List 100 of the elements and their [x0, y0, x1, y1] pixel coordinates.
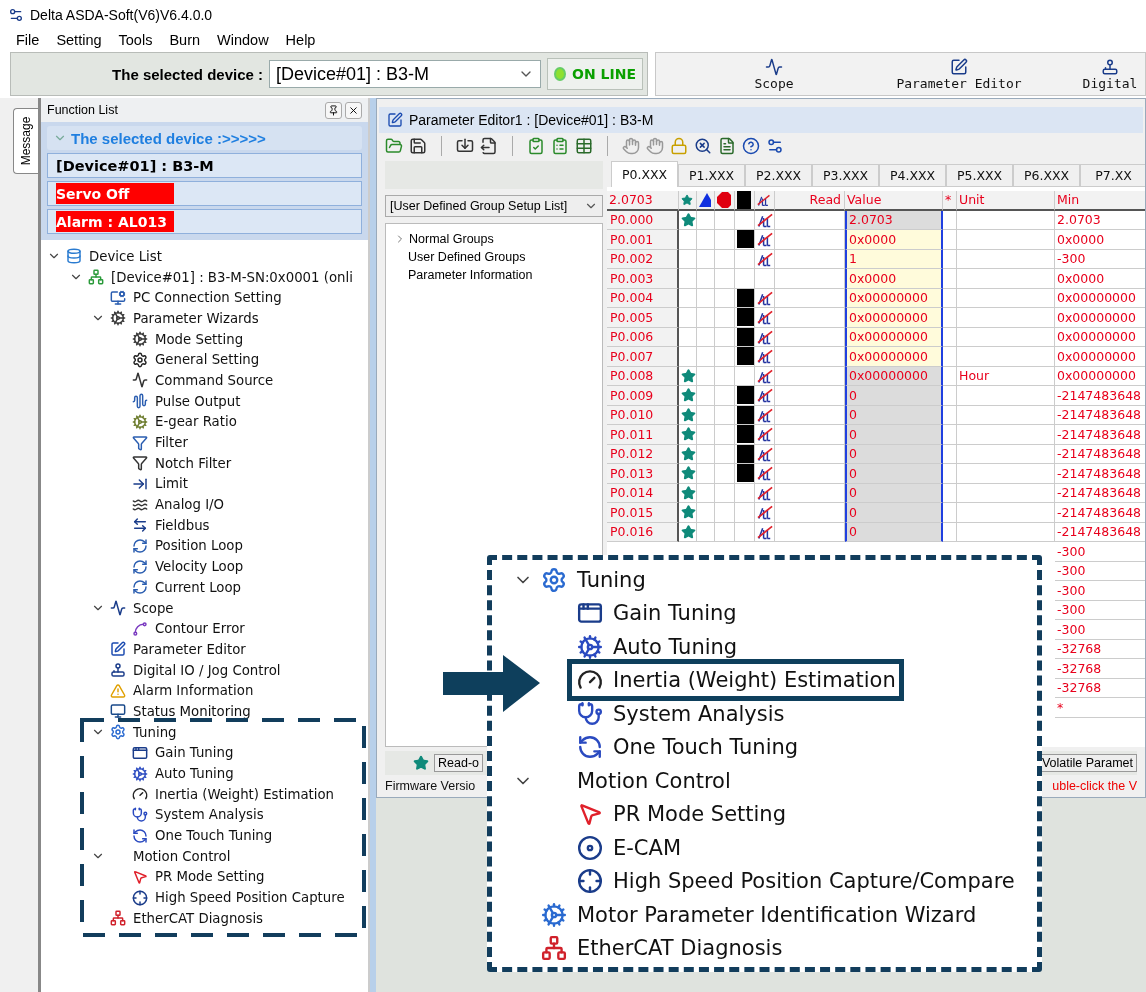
table-cell: -2147483648 [1055, 444, 1145, 464]
value-cell[interactable]: 0x0000 [845, 269, 943, 289]
value-cell[interactable]: 0x00000000 [845, 347, 943, 367]
tab[interactable]: P4.XXX [879, 164, 946, 187]
tree-item[interactable]: PR Mode Setting [130, 868, 265, 885]
menu-item[interactable]: Help [285, 32, 316, 48]
table-cell [697, 269, 715, 289]
value-cell[interactable]: 0x00000000 [845, 288, 943, 308]
side-tab[interactable]: Message [13, 108, 38, 174]
tree-item[interactable]: Gain Tuning [130, 744, 234, 761]
gear-icon [110, 310, 126, 327]
tree-item[interactable]: System Analysis [130, 806, 264, 823]
tree-item[interactable]: Auto Tuning [130, 765, 234, 782]
tree-item[interactable]: Velocity Loop [130, 558, 244, 575]
tree-item[interactable]: Motion Control [108, 848, 231, 864]
tree-item[interactable]: High Speed Position Capture/Compare [575, 868, 1015, 895]
help-icon[interactable] [742, 137, 760, 155]
value-cell[interactable]: 0x00000000 [845, 308, 943, 328]
menu-item[interactable]: File [16, 32, 40, 48]
toolbar-button[interactable]: Parameter Editor [894, 53, 1024, 95]
tree-item[interactable]: Device List [64, 248, 162, 265]
pin-button[interactable] [325, 101, 342, 119]
group-select[interactable]: [User Defined Group Setup List] [385, 195, 603, 217]
menu-item[interactable]: Burn [169, 32, 201, 48]
refresh-icon [132, 827, 148, 844]
tree-item[interactable]: Contour Error [130, 620, 245, 637]
menu-item[interactable]: Tools [118, 32, 153, 48]
tree-item[interactable]: Alarm Information [108, 682, 254, 699]
tree-item[interactable]: General Setting [130, 351, 260, 368]
status-badge: Servo Off [56, 183, 174, 204]
table-cell: 0x00000000 [1055, 347, 1145, 367]
tree-item[interactable]: Parameter Wizards [108, 310, 259, 327]
tree-item[interactable]: E-CAM [575, 834, 681, 861]
tree-item[interactable]: Command Source [130, 372, 274, 389]
table-cell: 0x0000 [1055, 230, 1145, 250]
tree-item[interactable]: One Touch Tuning [130, 827, 273, 844]
tree-item[interactable]: Current Loop [130, 579, 242, 596]
tree-item[interactable]: Gain Tuning [575, 600, 737, 627]
tree-item[interactable]: Parameter Editor [108, 641, 246, 658]
tab[interactable]: P6.XXX [1013, 164, 1080, 187]
tree-item[interactable]: Filter [130, 434, 188, 451]
menu-item[interactable]: Setting [56, 32, 102, 48]
tree-item[interactable]: PR Mode Setting [575, 801, 786, 828]
value-cell[interactable]: 0x00000000 [845, 327, 943, 347]
table-cell: 2.0703 [1055, 210, 1145, 230]
tree-item[interactable]: Normal Groups [409, 231, 494, 246]
table-cell [715, 366, 735, 386]
tree-item[interactable]: One Touch Tuning [575, 734, 799, 761]
tree-item[interactable]: Inertia (Weight) Estimation [130, 786, 334, 803]
tab[interactable]: P7.XX [1080, 164, 1145, 187]
tree-item[interactable]: Status Monitoring [108, 703, 251, 720]
tree-item[interactable]: Notch Filter [130, 455, 232, 472]
tree-item[interactable]: High Speed Position Capture [130, 889, 345, 906]
save-icon[interactable] [409, 137, 427, 155]
tree-item[interactable]: User Defined Groups [408, 249, 526, 264]
tree-item[interactable]: Position Loop [130, 537, 243, 554]
tree-item[interactable]: Tuning [108, 724, 177, 741]
tree-item[interactable]: [Device#01] : B3-M-SN:0x0001 (onli [86, 269, 353, 286]
table-cell [715, 503, 735, 523]
settings-icon[interactable] [766, 137, 784, 155]
tree-item[interactable]: E-gear Ratio [130, 413, 237, 430]
tree-item[interactable]: EtherCAT Diagnosis [108, 910, 264, 927]
tree-item[interactable]: Fieldbus [130, 517, 210, 534]
tree-item[interactable]: Analog I/O [130, 496, 225, 513]
tree-item[interactable]: Mode Setting [130, 331, 244, 348]
network-icon [110, 910, 126, 927]
tab[interactable]: P1.XXX [678, 164, 745, 187]
value-cell[interactable]: 0x0000 [845, 230, 943, 250]
tab[interactable]: P2.XXX [745, 164, 812, 187]
device-select[interactable]: [Device#01] : B3-M [269, 60, 541, 88]
tab[interactable]: P3.XXX [812, 164, 879, 187]
tab[interactable]: P0.XXX [611, 161, 678, 187]
tree-item[interactable]: Auto Tuning [575, 633, 738, 660]
tree-item[interactable]: Digital IO / Jog Control [108, 662, 281, 679]
tree-item[interactable]: Motion Control [539, 768, 731, 793]
toolbar-button[interactable]: Scope [734, 53, 814, 95]
value-cell[interactable]: 1 [845, 249, 943, 269]
table-icon[interactable] [575, 137, 593, 155]
folder-icon[interactable] [385, 137, 403, 155]
tree-item[interactable]: Motor Parameter Identification Wizard [539, 901, 977, 928]
tree-item[interactable]: Pulse Output [130, 393, 241, 410]
edit-icon [110, 641, 126, 658]
tree-item[interactable]: EtherCAT Diagnosis [539, 935, 783, 962]
export-icon[interactable] [480, 137, 498, 155]
tree-item[interactable]: System Analysis [575, 700, 785, 727]
import-icon[interactable] [456, 137, 474, 155]
search-icon[interactable] [694, 137, 712, 155]
clipboard-icon[interactable] [527, 137, 545, 155]
clipboard-icon[interactable] [551, 137, 569, 155]
toolbar-button[interactable]: Digital [1080, 53, 1140, 95]
tree-item[interactable]: Limit [130, 475, 188, 492]
tree-item[interactable]: Scope [108, 600, 174, 617]
menu-item[interactable]: Window [217, 32, 269, 48]
tree-item[interactable]: PC Connection Setting [108, 289, 282, 306]
tree-item[interactable]: Parameter Information [408, 267, 533, 282]
tree-item[interactable]: Tuning [539, 566, 646, 593]
close-button[interactable] [345, 101, 362, 119]
table-cell [715, 483, 735, 503]
tab[interactable]: P5.XXX [946, 164, 1013, 187]
document-icon[interactable] [718, 137, 736, 155]
